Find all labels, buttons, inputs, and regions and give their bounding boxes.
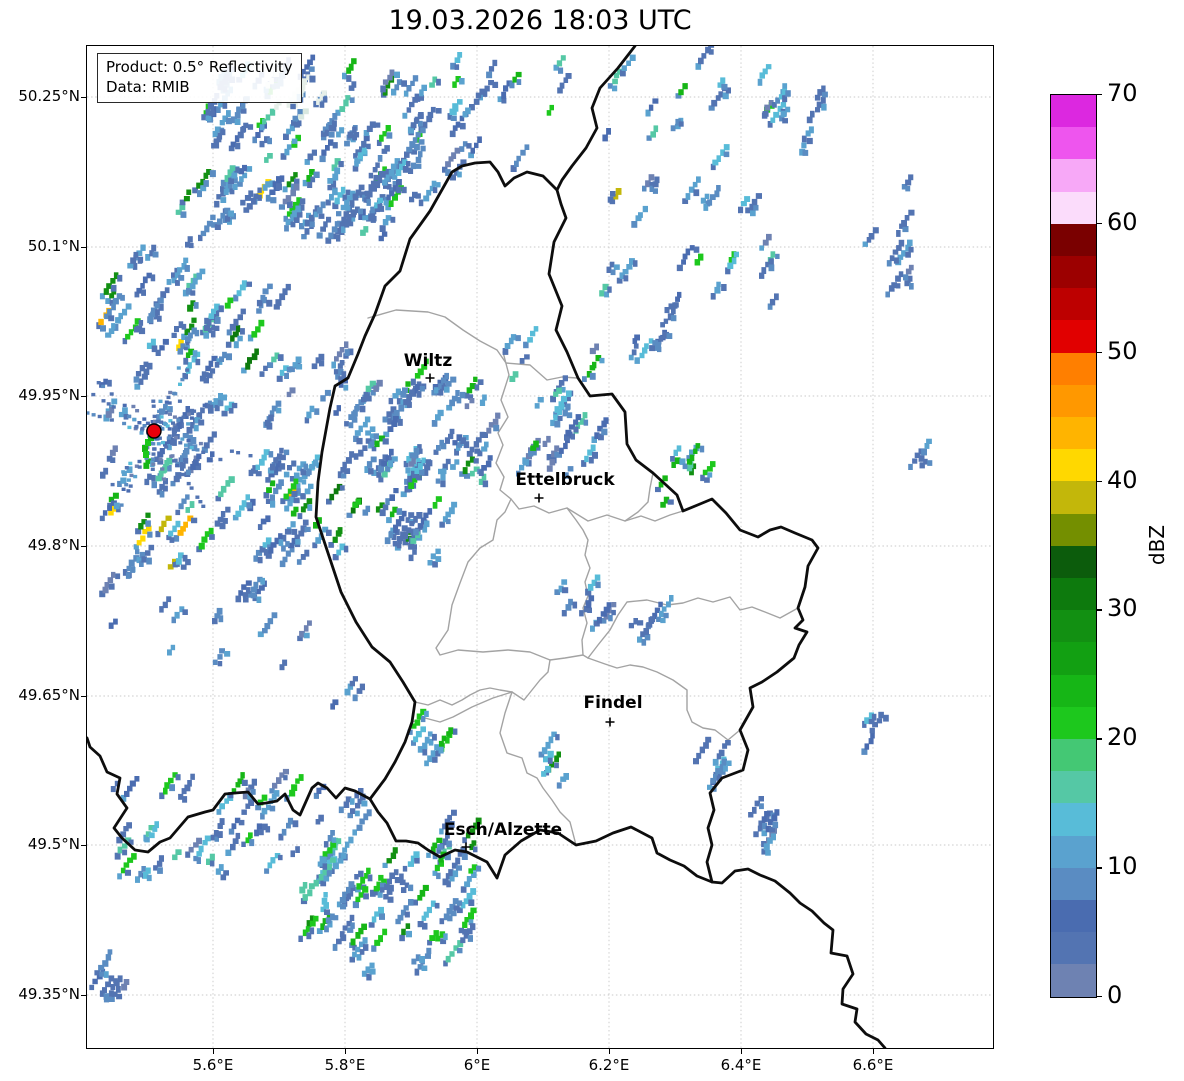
- page-title: 19.03.2026 18:03 UTC: [388, 5, 692, 36]
- colorbar-step: [1051, 320, 1096, 353]
- lat-tick-label: 50.1°N: [27, 237, 80, 255]
- city-label-wiltz: Wiltz: [403, 351, 453, 371]
- lon-tick: [213, 1048, 215, 1054]
- colorbar-step: [1051, 191, 1096, 224]
- lon-tick-label: 6.2°E: [588, 1056, 630, 1074]
- lon-tick-label: 6.4°E: [720, 1056, 762, 1074]
- colorbar-tick-label: 50: [1107, 336, 1138, 365]
- colorbar-step: [1051, 481, 1096, 514]
- lat-tick-label: 49.8°N: [27, 536, 80, 554]
- colorbar-step: [1051, 545, 1096, 579]
- lon-tick-label: 5.8°E: [324, 1056, 366, 1074]
- country-borders: [87, 46, 887, 1048]
- lon-tick: [873, 1048, 875, 1054]
- colorbar-step: [1051, 642, 1096, 675]
- colorbar-step: [1051, 256, 1096, 289]
- colorbar-tick-label: 40: [1107, 465, 1138, 494]
- lat-tick: [81, 995, 87, 997]
- lat-tick: [81, 845, 87, 847]
- colorbar-step: [1051, 578, 1096, 611]
- city-label-esch-alzette: Esch/Alzette: [443, 820, 563, 840]
- map-svg: [87, 46, 993, 1048]
- colorbar-step: [1051, 513, 1096, 546]
- lat-tick: [81, 546, 87, 548]
- lon-tick: [741, 1048, 743, 1054]
- colorbar-step: [1051, 674, 1096, 707]
- colorbar-step: [1051, 771, 1096, 804]
- radar-map-page: 19.03.2026 18:03 UTC Product: 0.5° Refle…: [0, 0, 1184, 1081]
- radar-echo-layer: [89, 46, 933, 1003]
- lat-tick: [81, 247, 87, 249]
- product-info-line2: Data: RMIB: [106, 78, 190, 97]
- lat-tick: [81, 696, 87, 698]
- lat-tick-label: 50.25°N: [18, 87, 80, 105]
- colorbar-step: [1051, 127, 1096, 160]
- lon-tick: [609, 1048, 611, 1054]
- lat-tick-label: 49.5°N: [27, 835, 80, 853]
- colorbar-step: [1051, 867, 1096, 901]
- colorbar-step: [1051, 610, 1096, 643]
- colorbar-step: [1051, 900, 1096, 933]
- city-label-findel: Findel: [583, 693, 643, 713]
- colorbar-step: [1051, 159, 1096, 192]
- colorbar-tick-label: 60: [1107, 207, 1138, 236]
- lon-tick: [477, 1048, 479, 1054]
- colorbar-tick-label: 30: [1107, 594, 1138, 623]
- colorbar-step: [1051, 964, 1096, 997]
- map-canvas: [86, 45, 994, 1049]
- colorbar-step: [1051, 803, 1096, 836]
- colorbar-step: [1051, 417, 1096, 450]
- colorbar-step: [1051, 932, 1096, 965]
- lon-tick: [345, 1048, 347, 1054]
- colorbar-step: [1051, 352, 1096, 385]
- colorbar-tick-label: 10: [1107, 852, 1138, 881]
- radar-site-dot: [146, 423, 162, 439]
- product-info-line1: Product: 0.5° Reflectivity: [106, 58, 293, 76]
- lat-tick-label: 49.35°N: [18, 985, 80, 1003]
- lat-tick-label: 49.95°N: [18, 386, 80, 404]
- colorbar-step: [1051, 223, 1096, 257]
- colorbar-tick-label: 70: [1107, 79, 1138, 107]
- colorbar-step: [1051, 739, 1096, 772]
- colorbar-step: [1051, 95, 1096, 128]
- colorbar-step: [1051, 384, 1096, 418]
- lat-tick-label: 49.65°N: [18, 686, 80, 704]
- lon-tick-label: 6°E: [463, 1056, 491, 1074]
- lon-tick-label: 6.6°E: [852, 1056, 894, 1074]
- lat-tick: [81, 97, 87, 99]
- lon-tick-label: 5.6°E: [192, 1056, 234, 1074]
- colorbar-step: [1051, 288, 1096, 321]
- lat-tick: [81, 396, 87, 398]
- colorbar-step: [1051, 835, 1096, 868]
- city-label-ettelbruck: Ettelbruck: [515, 470, 615, 490]
- colorbar-tick-label: 20: [1107, 723, 1138, 752]
- colorbar-tick-label: 0: [1107, 981, 1123, 1009]
- product-info-box: Product: 0.5° Reflectivity Data: RMIB: [97, 53, 302, 103]
- colorbar-step: [1051, 449, 1096, 482]
- colorbar-axis-label: dBZ: [1145, 524, 1169, 566]
- colorbar-step: [1051, 706, 1096, 740]
- colorbar: [1050, 94, 1097, 998]
